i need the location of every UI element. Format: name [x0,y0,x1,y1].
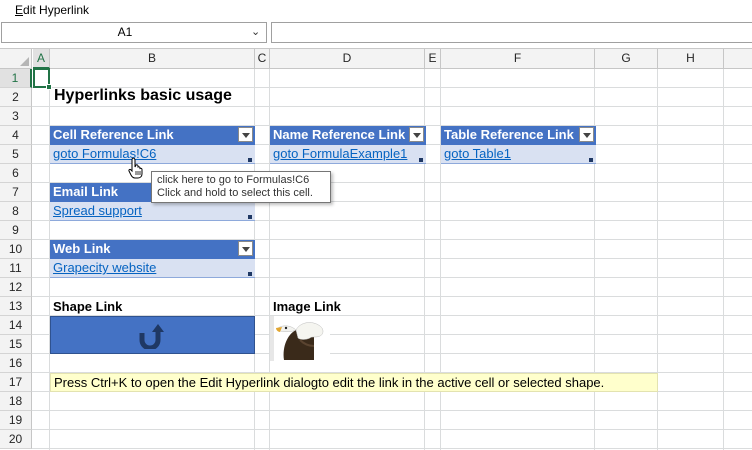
table-reference-link[interactable]: goto Table1 [444,146,511,161]
row-header-5[interactable]: 5 [0,145,32,164]
table-resize-handle[interactable] [589,158,593,162]
chevron-down-icon[interactable]: ⌄ [251,25,260,38]
name-box-value: A1 [117,25,133,39]
row-header-19[interactable]: 19 [0,411,32,430]
eagle-image [270,316,330,361]
gridline [32,296,752,297]
select-all-corner[interactable] [0,49,32,69]
formula-bar-input[interactable] [271,22,752,43]
menu-bar: Edit Hyperlink [0,0,752,20]
hyperlink-tooltip: click here to go to Formulas!C6 Click an… [151,171,331,203]
cell-reference-header-label: Cell Reference Link [53,127,174,142]
table-resize-handle[interactable] [248,215,252,219]
email-link-header-label: Email Link [53,184,119,199]
column-header-h[interactable]: H [658,49,724,69]
row-header-4[interactable]: 4 [0,126,32,145]
fill-handle[interactable] [46,84,52,90]
sheet-title: Hyperlinks basic usage [54,87,232,104]
table-reference-header: Table Reference Link [441,126,596,145]
row-header-6[interactable]: 6 [0,164,32,183]
filter-dropdown-icon[interactable] [238,127,253,142]
gridline [657,69,658,450]
column-header-i[interactable] [724,49,752,69]
row-header-13[interactable]: 13 [0,297,32,316]
email-link[interactable]: Spread support [53,203,142,218]
column-header-f[interactable]: F [441,49,595,69]
table-reference-row: goto Table1 [441,145,596,164]
select-all-triangle-icon [20,57,29,66]
row-header-10[interactable]: 10 [0,240,32,259]
gridline [32,106,752,107]
web-link-header: Web Link [50,240,255,259]
tooltip-line-2: Click and hold to select this cell. [157,187,313,199]
row-header-9[interactable]: 9 [0,221,32,240]
row-header-17[interactable]: 17 [0,373,32,392]
web-link[interactable]: Grapecity website [53,260,156,275]
image-link-label: Image Link [273,299,341,314]
row-header-20[interactable]: 20 [0,430,32,449]
filter-dropdown-icon[interactable] [579,127,594,142]
row-header-14[interactable]: 14 [0,316,32,335]
u-turn-arrow-icon [139,324,164,349]
filter-dropdown-icon[interactable] [409,127,424,142]
cell-reference-row: goto Formulas!C6 [50,145,255,164]
row-header-12[interactable]: 12 [0,278,32,297]
filter-dropdown-icon[interactable] [238,241,253,256]
row-header-2[interactable]: 2 [0,88,32,107]
image-link[interactable] [270,316,330,361]
gridline [32,429,752,430]
web-link-row: Grapecity website [50,259,255,278]
row-header-11[interactable]: 11 [0,259,32,278]
hand-pointer-icon [128,157,143,179]
column-header-e[interactable]: E [425,49,441,69]
edit-hyperlink-menu[interactable]: Edit Hyperlink [15,3,89,17]
instruction-note: Press Ctrl+K to open the Edit Hyperlink … [50,373,658,392]
gridline [723,69,724,450]
row-header-15[interactable]: 15 [0,335,32,354]
shape-link[interactable] [50,316,255,354]
row-header-18[interactable]: 18 [0,392,32,411]
row-header-7[interactable]: 7 [0,183,32,202]
shape-link-label: Shape Link [53,299,123,314]
row-header-16[interactable]: 16 [0,354,32,373]
column-header-a[interactable]: A [33,49,50,69]
table-resize-handle[interactable] [248,158,252,162]
column-header-b[interactable]: B [50,49,255,69]
row-header-3[interactable]: 3 [0,107,32,126]
name-reference-header: Name Reference Link [270,126,426,145]
column-header-g[interactable]: G [595,49,658,69]
cell-reference-header: Cell Reference Link [50,126,255,145]
column-header-d[interactable]: D [270,49,425,69]
column-header-c[interactable]: C [255,49,270,69]
name-box[interactable]: A1 ⌄ [1,22,267,43]
web-link-header-label: Web Link [53,241,111,256]
name-reference-header-label: Name Reference Link [273,127,406,142]
table-resize-handle[interactable] [248,272,252,276]
name-reference-link[interactable]: goto FormulaExample1 [273,146,407,161]
gridline [32,410,752,411]
table-reference-header-label: Table Reference Link [444,127,574,142]
table-resize-handle[interactable] [419,158,423,162]
tooltip-line-1: click here to go to Formulas!C6 [157,174,310,186]
name-reference-row: goto FormulaExample1 [270,145,426,164]
gridline [32,448,752,449]
email-link-row: Spread support [50,202,255,221]
row-header-8[interactable]: 8 [0,202,32,221]
row-header-1[interactable]: 1 [0,69,32,88]
